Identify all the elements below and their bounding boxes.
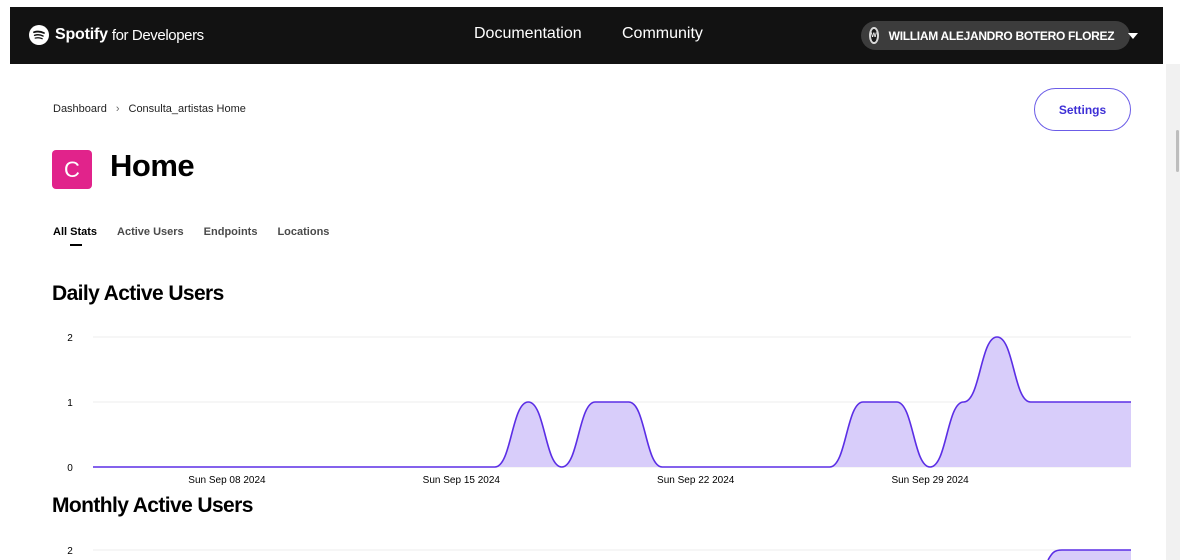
- x-tick-label: Sun Sep 15 2024: [423, 475, 501, 486]
- scrollbar-thumb[interactable]: [1176, 130, 1179, 172]
- x-tick-label: Sun Sep 22 2024: [657, 475, 735, 486]
- charts-canvas: 0 1 2 Sun Sep 08 2024 Sun Sep 15 2024 Sun Sep…: [67, 333, 1131, 560]
- y-tick-label: 2: [67, 546, 73, 557]
- y-tick-label: 0: [67, 463, 73, 474]
- y-tick-label: 2: [67, 333, 73, 344]
- daily-active-users-chart: 0 1 2 Sun Sep 08 2024 Sun Sep 15 2024 Sun Sep…: [67, 333, 1131, 486]
- monthly-active-users-chart: 2: [67, 546, 1131, 560]
- x-tick-label: Sun Sep 29 2024: [891, 475, 969, 486]
- x-tick-label: Sun Sep 08 2024: [188, 475, 266, 486]
- y-tick-label: 1: [67, 398, 73, 409]
- series-area: [1048, 550, 1131, 560]
